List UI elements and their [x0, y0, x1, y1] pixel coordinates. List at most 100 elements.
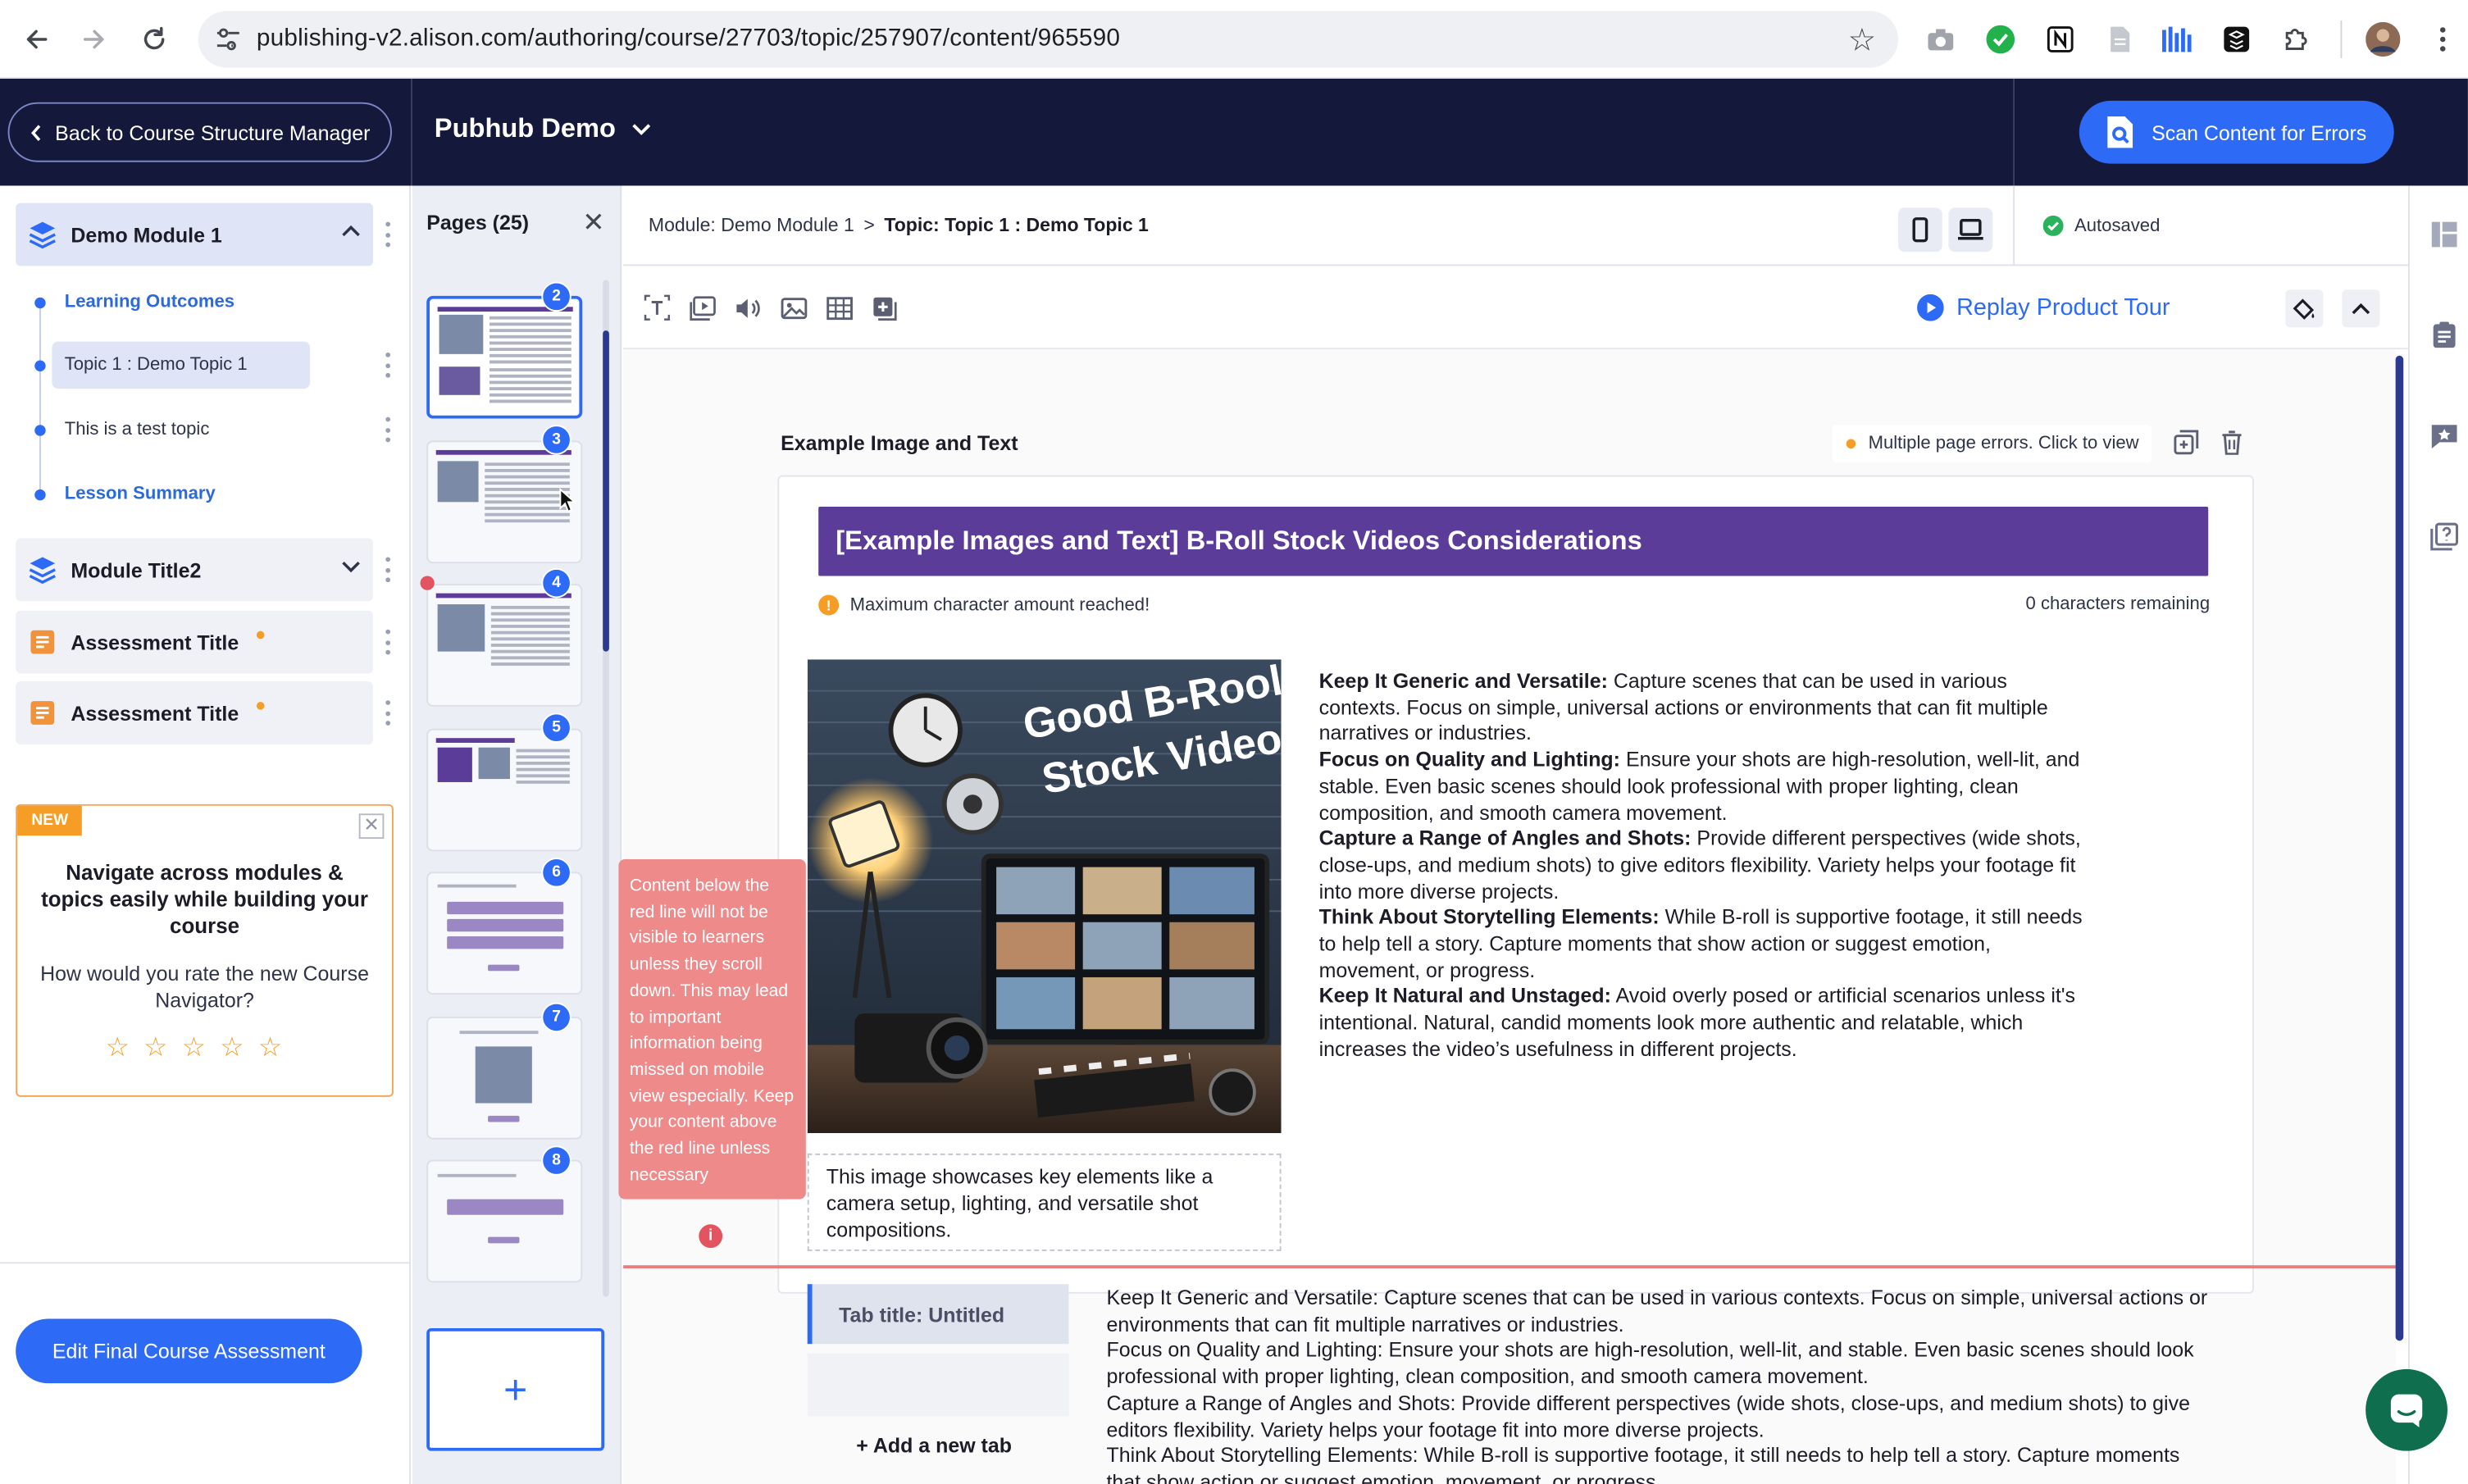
thumb-banner [435, 738, 515, 743]
support-chat-button[interactable] [2366, 1368, 2448, 1451]
laptop-icon [1957, 218, 1983, 240]
chevron-down-icon[interactable] [340, 556, 362, 578]
chevron-up-icon[interactable] [340, 221, 362, 243]
info-icon[interactable]: i [699, 1224, 723, 1249]
unsaved-dot-icon [256, 630, 264, 639]
topic-test-topic[interactable]: This is a test topic [34, 403, 209, 456]
tiling-icon[interactable] [2220, 22, 2254, 57]
audio-icon[interactable] [734, 293, 763, 322]
module-title2[interactable]: Module Title2 [16, 538, 373, 602]
trash-icon[interactable] [2218, 428, 2247, 457]
back-arrow-icon[interactable] [17, 20, 55, 58]
breadcrumb-module[interactable]: Module: Demo Module 1 [649, 214, 854, 236]
page-errors-button[interactable]: Multiple page errors. Click to view [1832, 425, 2152, 463]
quiz-icon[interactable] [2430, 522, 2459, 551]
play-circle-icon [1917, 294, 1944, 321]
add-tab-button[interactable]: + Add a new tab [856, 1434, 1012, 1458]
assessment-item[interactable]: Assessment Title [16, 681, 373, 744]
notes-icon[interactable] [2430, 321, 2459, 350]
scan-content-button[interactable]: Scan Content for Errors [2079, 100, 2394, 164]
image-icon[interactable] [779, 293, 808, 322]
assessment-menu-icon[interactable] [382, 700, 392, 726]
assessment-item[interactable]: Assessment Title [16, 610, 373, 674]
green-extension-icon[interactable] [1983, 22, 2018, 57]
address-bar[interactable]: publishing-v2.alison.com/authoring/cours… [198, 11, 1899, 68]
project-title-dropdown[interactable]: Pubhub Demo [435, 113, 652, 144]
page-thumbnail[interactable] [426, 872, 583, 995]
layout-icon[interactable] [2430, 221, 2459, 249]
topic-demo-topic-1[interactable]: Topic 1 : Demo Topic 1 [34, 339, 311, 392]
tab-content-text[interactable]: Keep It Generic and Versatile: Capture s… [1106, 1286, 2208, 1484]
editor-scrollbar[interactable] [2395, 355, 2404, 1341]
paint-bucket-icon [2293, 298, 2315, 320]
edit-final-assessment-button[interactable]: Edit Final Course Assessment [16, 1318, 362, 1384]
page-number-badge: 4 [541, 567, 571, 599]
paint-bucket-button[interactable] [2285, 289, 2324, 328]
page-thumbnail[interactable] [426, 295, 583, 419]
b-roll-image[interactable]: Good B-Rooll Stock Videos [807, 659, 1282, 1133]
star-icon[interactable]: ☆ [143, 1034, 167, 1061]
close-icon[interactable]: ✕ [582, 207, 604, 239]
char-limit-text: Maximum character amount reached! [849, 595, 1150, 615]
module-menu-icon[interactable] [382, 221, 392, 248]
assessment-menu-icon[interactable] [382, 629, 392, 655]
back-to-course-structure-button[interactable]: Back to Course Structure Manager [7, 102, 392, 162]
star-icon[interactable]: ☆ [106, 1034, 130, 1061]
scan-button-label: Scan Content for Errors [2152, 120, 2367, 144]
page-thumbnail[interactable] [426, 1159, 583, 1283]
site-info-icon[interactable] [214, 25, 243, 54]
video-icon[interactable] [688, 293, 717, 322]
close-icon[interactable]: ✕ [358, 813, 385, 840]
replay-tour-button[interactable]: Replay Product Tour [1917, 294, 2170, 321]
tab-content-line: Focus on Quality and Lighting: Ensure yo… [1106, 1338, 2194, 1389]
topic-menu-icon[interactable] [382, 417, 392, 443]
collapse-toolbar-button[interactable] [2342, 289, 2380, 328]
check-circle-icon [2042, 215, 2064, 236]
add-block-icon[interactable] [871, 293, 900, 322]
table-icon[interactable] [825, 293, 854, 322]
module-menu-icon[interactable] [382, 557, 392, 583]
thumb-image [437, 461, 479, 503]
pages-scrollbar[interactable] [603, 280, 609, 1297]
thumb-image [478, 747, 510, 780]
assessment-icon [30, 701, 55, 725]
tab-title-untitled[interactable]: Tab title: Untitled [807, 1284, 1069, 1345]
page-number-badge: 2 [541, 281, 571, 312]
profile-avatar[interactable] [2366, 21, 2401, 57]
camera-icon[interactable] [1924, 22, 1958, 57]
thumb-text [489, 368, 571, 406]
text-box-icon[interactable] [642, 293, 672, 322]
star-icon[interactable]: ☆ [220, 1034, 244, 1061]
image-caption[interactable]: This image showcases key elements like a… [807, 1153, 1282, 1251]
page-thumbnail[interactable] [426, 728, 583, 852]
puzzle-icon[interactable] [2279, 22, 2314, 57]
mobile-view-button[interactable] [1898, 207, 1942, 253]
thumb-text [516, 749, 570, 787]
url-text[interactable]: publishing-v2.alison.com/authoring/cours… [257, 25, 1120, 54]
block-heading[interactable]: [Example Images and Text] B-Roll Stock V… [818, 507, 2209, 576]
star-icon[interactable]: ☆ [258, 1034, 282, 1061]
document-icon[interactable] [2103, 22, 2138, 57]
topic-lesson-summary[interactable]: Lesson Summary [34, 467, 216, 521]
add-page-button[interactable]: + [426, 1327, 605, 1451]
duplicate-block-icon[interactable] [2172, 428, 2201, 457]
feedback-icon[interactable] [2430, 421, 2459, 450]
bookmark-star-icon[interactable]: ☆ [1848, 20, 1876, 60]
notion-icon[interactable] [2043, 22, 2078, 57]
body-text[interactable]: Keep It Generic and Versatile: Capture s… [1319, 669, 2093, 1063]
bar-chart-icon[interactable] [2160, 22, 2194, 57]
page-number-badge: 3 [541, 425, 571, 455]
page-thumbnail[interactable] [426, 584, 583, 707]
image-text-block[interactable]: [Example Images and Text] B-Roll Stock V… [777, 475, 2254, 1294]
reload-icon[interactable] [135, 20, 173, 58]
star-icon[interactable]: ☆ [182, 1034, 206, 1061]
feedback-question: How would you rate the new Course Naviga… [40, 961, 369, 1013]
forward-arrow-icon[interactable] [75, 20, 113, 58]
desktop-view-button[interactable] [1948, 207, 1993, 253]
more-vert-icon[interactable] [2425, 22, 2460, 57]
topic-learning-outcomes[interactable]: Learning Outcomes [34, 275, 235, 329]
page-thumbnail[interactable] [426, 1016, 583, 1140]
topic-menu-icon[interactable] [382, 352, 392, 378]
module-demo-module-1[interactable]: Demo Module 1 [16, 203, 373, 266]
header-divider [2013, 78, 2015, 186]
